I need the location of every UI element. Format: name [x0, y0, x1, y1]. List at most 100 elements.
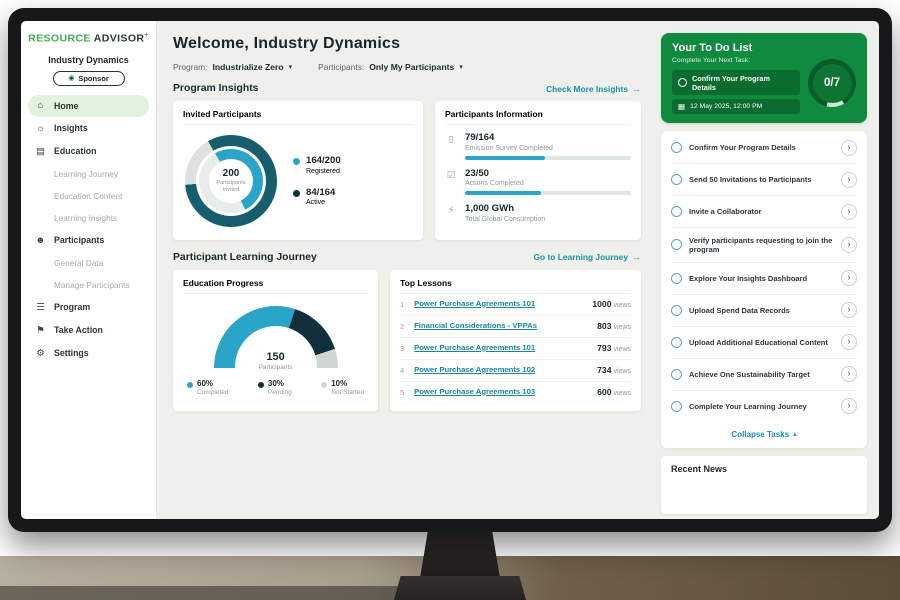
todo-next-task[interactable]: Confirm Your Program Details — [672, 70, 800, 95]
legend-value: 60% — [197, 380, 228, 389]
filters-row: Program: Industrialize Zero ▾ Participan… — [173, 62, 641, 72]
sidebar-item-insights[interactable]: ☼ Insights — [21, 117, 156, 140]
program-dropdown[interactable]: Program: Industrialize Zero ▾ — [173, 62, 292, 72]
task-row-explore-insights[interactable]: Explore Your Insights Dashboard › — [671, 263, 857, 295]
chevron-glyph: › — [848, 143, 851, 152]
logo-resource: RESOURCE — [28, 33, 94, 45]
sidebar-item-education[interactable]: ▤ Education — [21, 140, 156, 163]
program-insights-header: Program Insights Check More Insights → — [173, 83, 641, 94]
lesson-link[interactable]: Power Purchase Agreements 101 — [414, 300, 585, 309]
sidebar-item-label: Program — [54, 302, 90, 312]
sidebar-item-general-data[interactable]: General Data — [21, 252, 156, 274]
todo-progress-count: 0/7 — [813, 64, 852, 103]
chevron-right-icon[interactable]: › — [841, 334, 857, 350]
task-row-verify-participants[interactable]: Verify participants requesting to join t… — [671, 228, 857, 263]
lesson-rank: 5 — [400, 388, 407, 397]
gauge-center-value: 150 — [214, 352, 338, 363]
arrow-right-icon: → — [632, 252, 641, 262]
invited-donut-body: 200 Participants Invited 164/200 Registe — [183, 125, 413, 231]
stat-value: 1,000 GWh — [465, 204, 631, 215]
participants-label: Participants: — [318, 62, 364, 72]
sidebar-item-take-action[interactable]: ⚑ Take Action — [21, 319, 156, 342]
pending-dot-icon — [258, 382, 264, 388]
checkbox-icon[interactable] — [671, 174, 682, 185]
lesson-rank: 3 — [400, 344, 407, 353]
main-content: Welcome, Industry Dynamics Program: Indu… — [157, 21, 653, 519]
sidebar-item-home[interactable]: ⌂ Home — [28, 95, 149, 117]
completed-dot-icon — [187, 382, 193, 388]
sidebar-item-settings[interactable]: ⚙ Settings — [21, 342, 156, 365]
sidebar-item-manage-participants[interactable]: Manage Participants — [21, 274, 156, 296]
participants-value: Only My Participants — [369, 62, 454, 72]
progress-fill — [465, 191, 541, 195]
checkbox-icon[interactable] — [671, 369, 682, 380]
chevron-right-icon[interactable]: › — [841, 140, 857, 156]
todo-title: Your To Do List — [672, 42, 856, 54]
go-to-learning-journey-link[interactable]: Go to Learning Journey → — [534, 252, 641, 262]
sidebar-item-learning-insights[interactable]: Learning Insights — [21, 207, 156, 229]
program-label: Program: — [173, 62, 207, 72]
home-icon: ⌂ — [35, 100, 46, 111]
sidebar-item-education-content[interactable]: Education Content — [21, 185, 156, 207]
learning-journey-header: Participant Learning Journey Go to Learn… — [173, 252, 641, 263]
monitor-frame: RESOURCE ADVISOR+ Industry Dynamics ◉ Sp… — [8, 8, 892, 532]
task-row-upload-educational-content[interactable]: Upload Additional Educational Content › — [671, 327, 857, 359]
participants-dropdown[interactable]: Participants: Only My Participants ▾ — [318, 62, 463, 72]
sidebar-item-label: General Data — [54, 258, 103, 268]
lesson-views: 600 — [597, 387, 611, 397]
lesson-link[interactable]: Power Purchase Agreements 103 — [414, 388, 590, 397]
not-started-dot-icon — [321, 382, 327, 388]
checkbox-icon[interactable] — [671, 337, 682, 348]
task-label: Verify participants requesting to join t… — [689, 236, 834, 255]
lesson-link[interactable]: Power Purchase Agreements 102 — [414, 366, 590, 375]
lesson-row: 2 Financial Considerations - VPPAs 803vi… — [400, 315, 631, 337]
chevron-glyph: › — [848, 240, 851, 249]
task-row-confirm-program[interactable]: Confirm Your Program Details › — [671, 132, 857, 164]
lesson-rank: 1 — [400, 300, 407, 309]
todo-progress-ring: 0/7 — [808, 59, 856, 107]
legend-label: Active — [306, 199, 335, 206]
legend-item-completed: 60% Completed — [187, 380, 228, 397]
sidebar-item-label: Settings — [54, 348, 89, 358]
checkbox-icon[interactable] — [678, 78, 687, 87]
lesson-link[interactable]: Power Purchase Agreements 101 — [414, 344, 590, 353]
sidebar-item-label: Education — [54, 146, 97, 156]
checkbox-icon[interactable] — [671, 239, 682, 250]
checkbox-icon[interactable] — [671, 401, 682, 412]
sidebar-item-participants[interactable]: ☻ Participants — [21, 229, 156, 252]
settings-icon: ⚙ — [35, 348, 46, 359]
task-row-achieve-sustainability-target[interactable]: Achieve One Sustainability Target › — [671, 359, 857, 391]
legend-value: 84/164 — [306, 188, 335, 199]
calendar-icon: ▦ — [678, 102, 685, 111]
task-row-complete-learning-journey[interactable]: Complete Your Learning Journey › — [671, 391, 857, 422]
chevron-right-icon[interactable]: › — [841, 237, 857, 253]
sidebar-item-label: Learning Journey — [54, 169, 118, 179]
chevron-glyph: › — [848, 401, 851, 410]
check-more-insights-link[interactable]: Check More Insights → — [546, 84, 641, 94]
chevron-right-icon[interactable]: › — [841, 270, 857, 286]
stat-label: Emission Survey Completed — [465, 145, 631, 152]
lesson-views: 734 — [597, 365, 611, 375]
participants-information-card: Participants Information ▯ 79/164 Emissi… — [435, 101, 641, 240]
checkbox-icon[interactable] — [671, 273, 682, 284]
collapse-tasks-button[interactable]: Collapse Tasks ▴ — [671, 422, 857, 447]
chevron-right-icon[interactable]: › — [841, 366, 857, 382]
checkbox-icon[interactable] — [671, 305, 682, 316]
card-title: Participants Information — [445, 109, 631, 125]
checkbox-icon[interactable] — [671, 206, 682, 217]
task-row-send-invitations[interactable]: Send 50 Invitations to Participants › — [671, 164, 857, 196]
sidebar-item-learning-journey[interactable]: Learning Journey — [21, 163, 156, 185]
right-column: Your To Do List Complete Your Next Task:… — [653, 21, 879, 519]
task-row-upload-spend-data[interactable]: Upload Spend Data Records › — [671, 295, 857, 327]
chevron-right-icon[interactable]: › — [841, 172, 857, 188]
task-row-invite-collaborator[interactable]: Invite a Collaborator › — [671, 196, 857, 228]
gauge-center: 150 Participants — [214, 352, 338, 370]
checkbox-icon[interactable] — [671, 142, 682, 153]
sidebar-item-program[interactable]: ☰ Program — [21, 296, 156, 319]
stat-global-consumption: ⚡ 1,000 GWh Total Global Consumption — [445, 204, 631, 223]
lesson-link[interactable]: Financial Considerations - VPPAs — [414, 322, 590, 331]
chevron-right-icon[interactable]: › — [841, 398, 857, 414]
chevron-right-icon[interactable]: › — [841, 302, 857, 318]
chevron-right-icon[interactable]: › — [841, 204, 857, 220]
top-lessons-card: Top Lessons 1 Power Purchase Agreements … — [390, 270, 641, 411]
